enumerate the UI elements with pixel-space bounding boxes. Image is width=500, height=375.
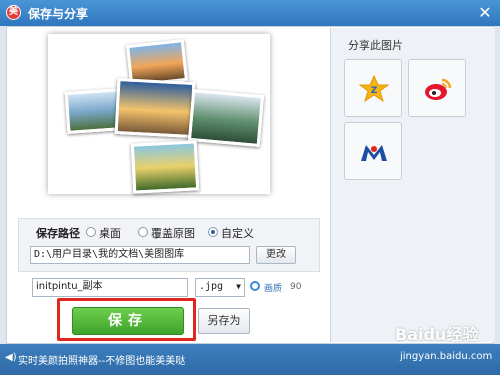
share-weibo-button[interactable] — [408, 59, 466, 117]
path-input[interactable]: D:\用户目录\我的文档\美图图库 — [30, 246, 250, 264]
weibo-icon — [425, 78, 452, 100]
photo-thumbnail — [130, 140, 200, 194]
status-text[interactable]: 实时美颜拍照神器--不修图也能美美哒 — [18, 352, 185, 367]
format-value: .jpg — [199, 281, 224, 292]
speaker-icon: ◀) — [5, 352, 17, 363]
save-as-button[interactable]: 另存为 — [198, 308, 250, 334]
radio-desktop-label[interactable]: 桌面 — [99, 225, 121, 241]
renren-icon — [361, 145, 387, 161]
quality-value: 90 — [290, 282, 302, 292]
window-title: 保存与分享 — [28, 7, 89, 21]
qq-zone-icon: Z — [359, 74, 389, 103]
photo-thumbnail — [187, 88, 265, 148]
radio-overwrite[interactable] — [138, 227, 148, 237]
change-path-button[interactable]: 更改 — [256, 246, 296, 264]
app-logo-icon: 美 — [6, 5, 21, 20]
share-title: 分享此图片 — [348, 39, 403, 52]
radio-custom[interactable] — [208, 227, 218, 237]
chevron-down-icon: ▼ — [236, 282, 241, 291]
svg-text:Z: Z — [371, 86, 378, 96]
watermark-brand: Baidu经验 — [395, 325, 479, 344]
title-bar: 美 保存与分享 ✕ — [0, 0, 500, 26]
format-select[interactable]: .jpg ▼ — [195, 278, 245, 297]
share-qzone-button[interactable]: Z — [344, 59, 402, 117]
watermark-url: jingyan.baidu.com — [400, 351, 493, 362]
radio-desktop[interactable] — [86, 227, 96, 237]
filename-input[interactable]: initpintu_副本 — [32, 278, 188, 297]
radio-overwrite-label[interactable]: 覆盖原图 — [151, 225, 195, 241]
settings-gear-icon[interactable] — [250, 281, 260, 291]
quality-label[interactable]: 画质 — [264, 281, 282, 294]
save-button[interactable]: 保存 — [72, 307, 184, 335]
close-icon[interactable]: ✕ — [476, 4, 494, 22]
image-preview — [48, 34, 270, 194]
photo-thumbnail — [114, 77, 196, 139]
share-renren-button[interactable] — [344, 122, 402, 180]
radio-custom-label[interactable]: 自定义 — [221, 225, 254, 241]
save-path-label: 保存路径 — [36, 227, 80, 240]
